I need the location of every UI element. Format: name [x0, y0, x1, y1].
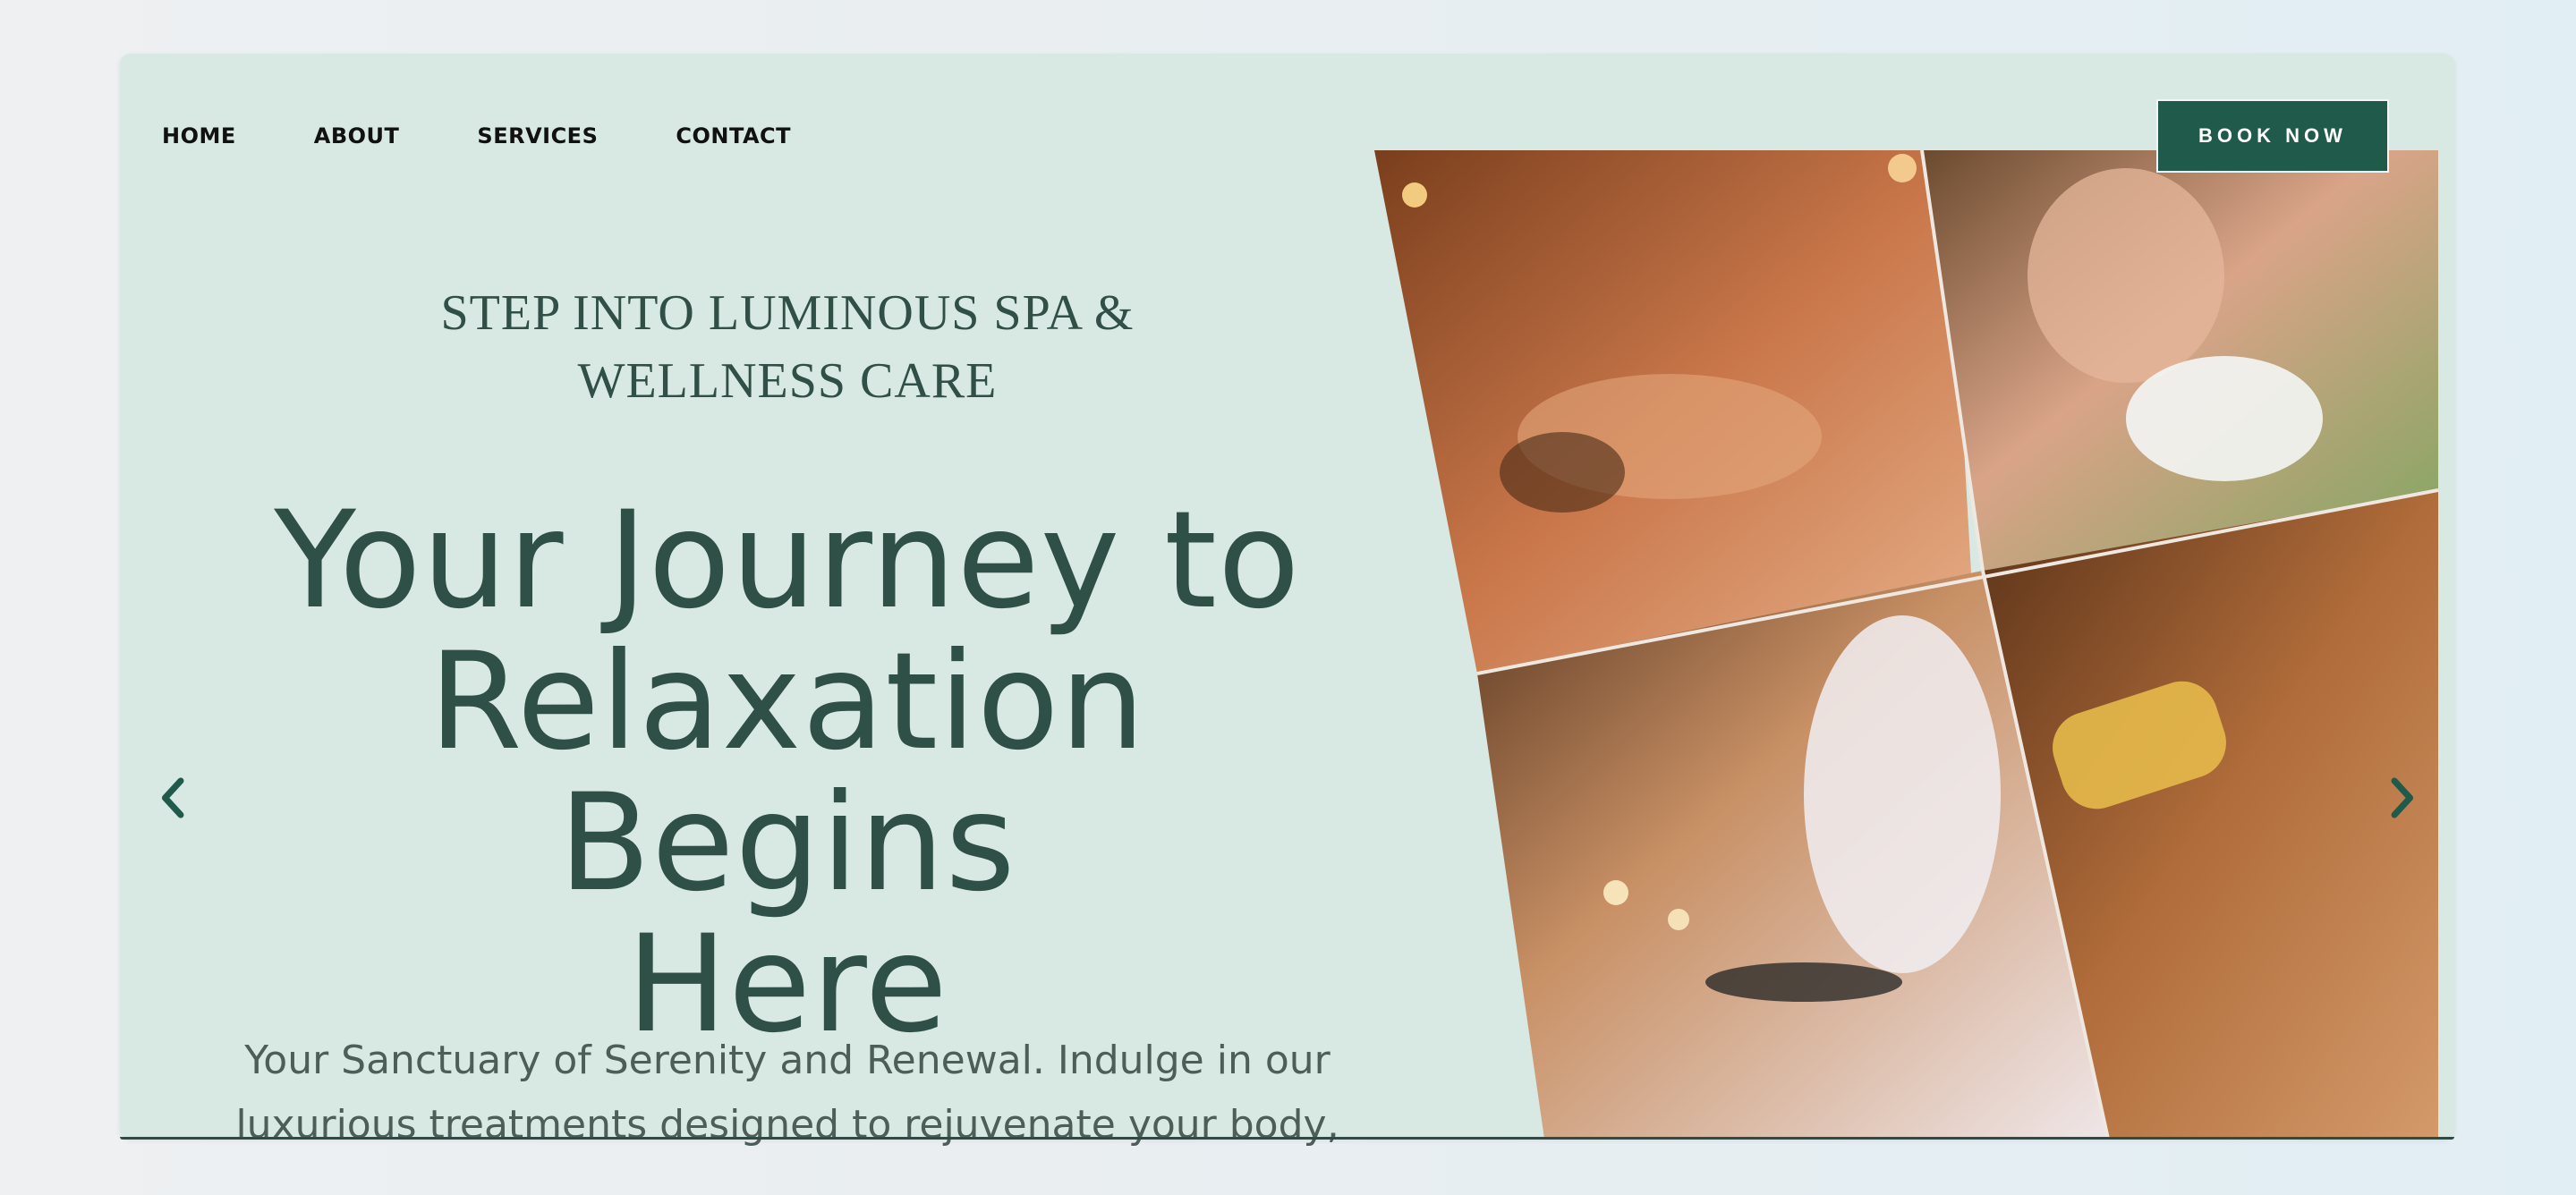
book-now-button[interactable]: BOOK NOW — [2156, 99, 2389, 173]
candle-light-1 — [1402, 182, 1427, 208]
eyebrow-line-1: STEP INTO LUMINOUS SPA & — [440, 285, 1135, 341]
carousel-prev-button[interactable] — [147, 771, 200, 825]
hero-headline: Your Journey to Relaxation Begins Here — [197, 490, 1378, 1055]
headline-line-1: Your Journey to — [274, 483, 1301, 639]
nav-about[interactable]: ABOUT — [314, 123, 400, 148]
collage-graphic — [1374, 150, 2438, 1139]
card-bottom-border — [120, 1137, 2454, 1140]
carousel-next-button[interactable] — [2375, 771, 2428, 825]
bokeh-2 — [1668, 909, 1689, 930]
bokeh-1 — [1603, 880, 1628, 905]
chevron-right-icon — [2391, 777, 2414, 818]
photo-stones — [1705, 962, 1902, 1002]
nav-contact[interactable]: CONTACT — [676, 123, 791, 148]
hero-eyebrow: STEP INTO LUMINOUS SPA & WELLNESS CARE — [268, 279, 1306, 415]
photo-towel — [2126, 356, 2323, 481]
nav-services[interactable]: SERVICES — [477, 123, 598, 148]
candle-light-2 — [1888, 154, 1917, 182]
nav-home[interactable]: HOME — [162, 123, 236, 148]
subtext-line-1: Your Sanctuary of Serenity and Renewal. … — [244, 1038, 1331, 1083]
photo-therapist — [1804, 615, 2001, 973]
headline-line-2: Relaxation Begins — [429, 624, 1146, 921]
photo-highlight-2 — [1500, 432, 1625, 513]
photo-face-shape — [2028, 168, 2224, 383]
main-nav: HOME ABOUT SERVICES CONTACT — [162, 123, 869, 148]
eyebrow-line-2: WELLNESS CARE — [577, 353, 998, 409]
subtext-line-2: luxurious treatments designed to rejuven… — [235, 1102, 1339, 1148]
chevron-left-icon — [161, 777, 184, 818]
spa-photo-collage — [1374, 150, 2438, 1139]
